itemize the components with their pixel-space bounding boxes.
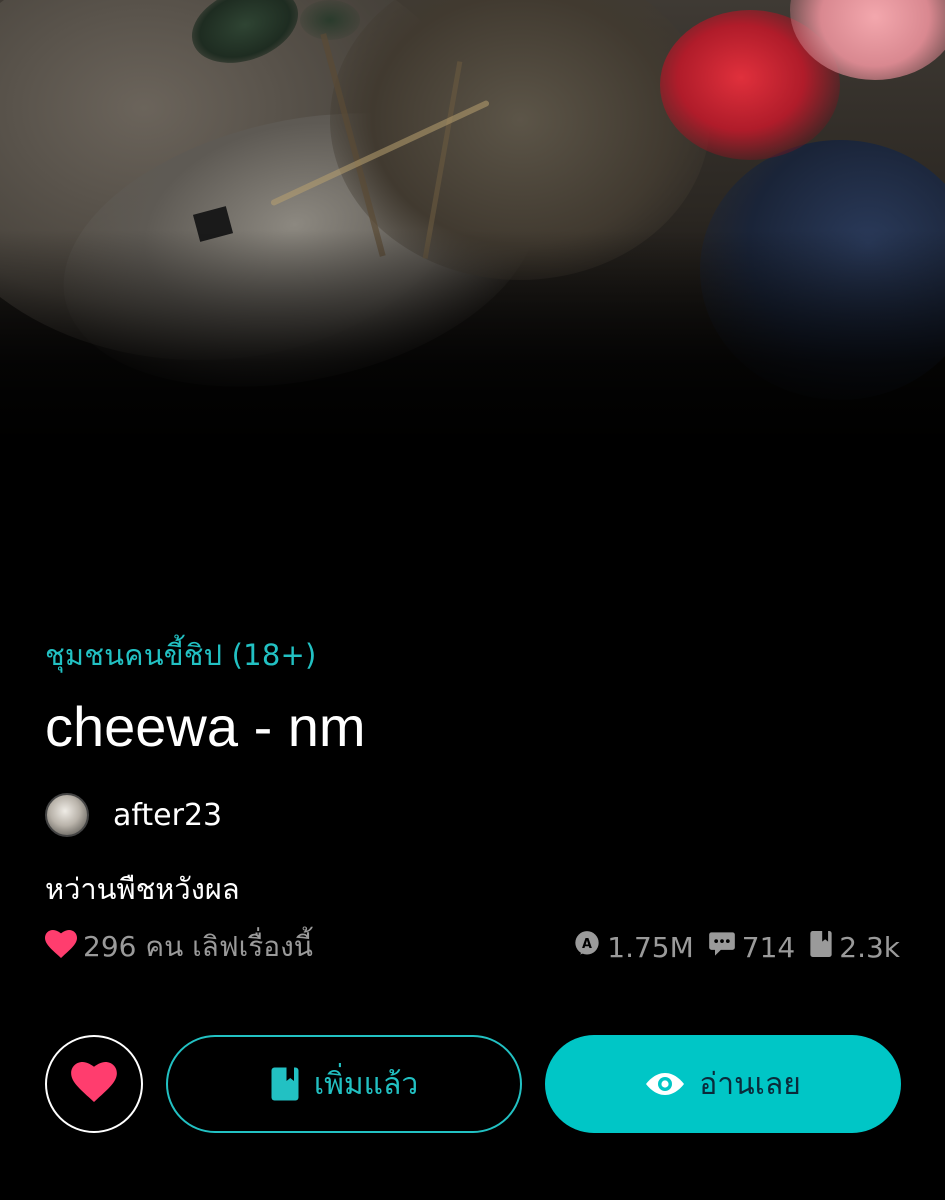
svg-text:A: A (582, 937, 592, 952)
heart-icon (45, 929, 83, 965)
eye-icon (645, 1071, 685, 1097)
reads-count: 1.75M (607, 930, 694, 964)
story-title: cheewa - nm (45, 695, 366, 758)
cover-image (0, 0, 945, 470)
author-info[interactable]: after23 (45, 792, 222, 838)
read-button-label: อ่านเลย (699, 1066, 801, 1102)
reads-icon: A (573, 930, 607, 965)
love-count: 296 คน เลิฟเรื่องนี้ (45, 925, 313, 969)
story-page: ชุมชนคนขี้ชิป (18+) cheewa - nm after23 … (0, 0, 945, 1200)
add-to-library-button[interactable]: เพิ่มแล้ว (166, 1035, 522, 1133)
bookmarks-stat: 2.3k (809, 930, 900, 964)
read-now-button[interactable]: อ่านเลย (545, 1035, 901, 1133)
avatar[interactable] (45, 793, 89, 837)
comment-icon (708, 931, 742, 964)
heart-icon (71, 1062, 117, 1106)
author-name[interactable]: after23 (113, 798, 222, 833)
reads-stat: A 1.75M (573, 930, 694, 965)
comments-count: 714 (741, 930, 796, 964)
bookmark-icon (270, 1067, 300, 1101)
story-stats: 296 คน เลิฟเรื่องนี้ A 1.75M 714 2.3k (45, 925, 900, 969)
bookmarks-count: 2.3k (839, 930, 900, 964)
bookmark-icon (809, 930, 839, 964)
comments-stat: 714 (708, 931, 795, 964)
add-button-label: เพิ่มแล้ว (313, 1066, 419, 1102)
love-text: 296 คน เลิฟเรื่องนี้ (83, 930, 313, 963)
story-tagline: หว่านพืชหวังผล (45, 872, 240, 906)
love-button[interactable] (45, 1035, 143, 1133)
story-category[interactable]: ชุมชนคนขี้ชิป (18+) (45, 632, 317, 678)
